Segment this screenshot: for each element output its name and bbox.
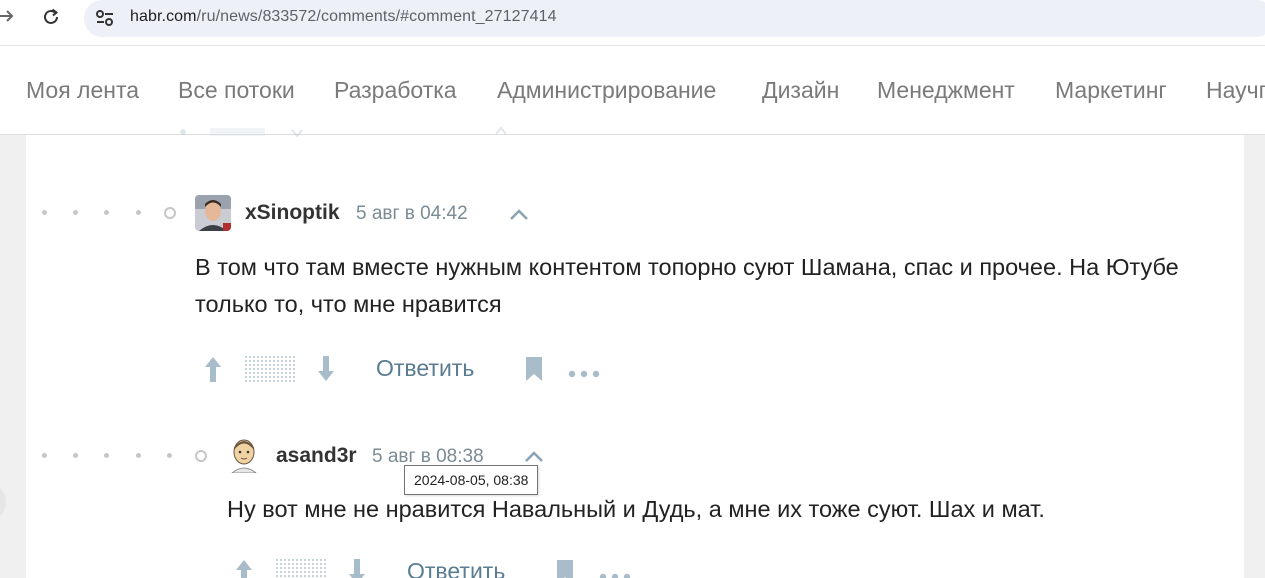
hub-marketing[interactable]: Маркетинг <box>1055 77 1167 104</box>
comment-body: Ну вот мне не нравится Навальный и Дудь,… <box>227 496 1045 522</box>
hub-my-feed[interactable]: Моя лента <box>26 77 139 104</box>
thread-indent-dots <box>42 450 212 462</box>
chevron-up-icon[interactable] <box>523 449 545 463</box>
hub-popular-science[interactable]: Научпоп <box>1206 77 1265 104</box>
reply-button[interactable]: Ответить <box>376 355 474 382</box>
url-domain: habr.com <box>130 8 197 25</box>
downvote-arrow-icon[interactable] <box>315 354 337 389</box>
comment-body: В том что там вместе нужным контентом то… <box>195 254 1179 317</box>
url-text[interactable]: habr.com/ru/news/833572/comments/#commen… <box>130 8 557 26</box>
browser-toolbar: habr.com/ru/news/833572/comments/#commen… <box>0 0 1265 46</box>
hub-management[interactable]: Менеджмент <box>877 77 1015 104</box>
bookmark-icon[interactable] <box>554 558 576 578</box>
comment-time[interactable]: 5 авг в 04:42 <box>356 203 468 225</box>
hub-development[interactable]: Разработка <box>334 77 457 104</box>
comment-actions: Ответить <box>231 554 651 578</box>
scroll-edge-button[interactable] <box>0 482 6 522</box>
avatar[interactable] <box>195 195 231 231</box>
comment-author[interactable]: xSinoptik <box>245 201 340 225</box>
downvote-arrow-icon[interactable] <box>346 557 368 578</box>
hubs-navigation: Моя лента Все потоки Разработка Админист… <box>0 46 1265 135</box>
chevron-up-icon[interactable] <box>508 207 530 221</box>
reply-button[interactable]: Ответить <box>407 558 505 578</box>
previous-comment-actions <box>180 126 507 138</box>
hub-design[interactable]: Дизайн <box>762 77 839 104</box>
upvote-arrow-icon[interactable] <box>233 557 255 578</box>
bookmark-icon[interactable] <box>523 355 545 388</box>
upvote-arrow-icon[interactable] <box>202 354 224 389</box>
rating-hidden-pattern <box>276 559 326 578</box>
site-settings-icon[interactable] <box>94 7 116 29</box>
comment-actions: Ответить <box>200 351 620 387</box>
hub-all-streams[interactable]: Все потоки <box>178 77 295 104</box>
avatar-image-icon <box>195 195 231 231</box>
forward-arrow-icon[interactable] <box>0 6 18 28</box>
comment-author[interactable]: asand3r <box>276 444 357 468</box>
hub-administration[interactable]: Администрирование <box>497 77 716 104</box>
url-path: /ru/news/833572/comments/#comment_271274… <box>196 8 557 25</box>
rating-hidden-pattern <box>245 356 295 387</box>
reload-icon[interactable] <box>40 6 62 28</box>
timestamp-tooltip: 2024-08-05, 08:38 <box>404 465 539 495</box>
avatar-cartoon-icon <box>226 437 262 473</box>
more-options-icon[interactable] <box>599 568 631 578</box>
thread-indent-dots <box>42 207 182 219</box>
avatar[interactable] <box>226 437 262 473</box>
more-options-icon[interactable] <box>568 365 600 383</box>
